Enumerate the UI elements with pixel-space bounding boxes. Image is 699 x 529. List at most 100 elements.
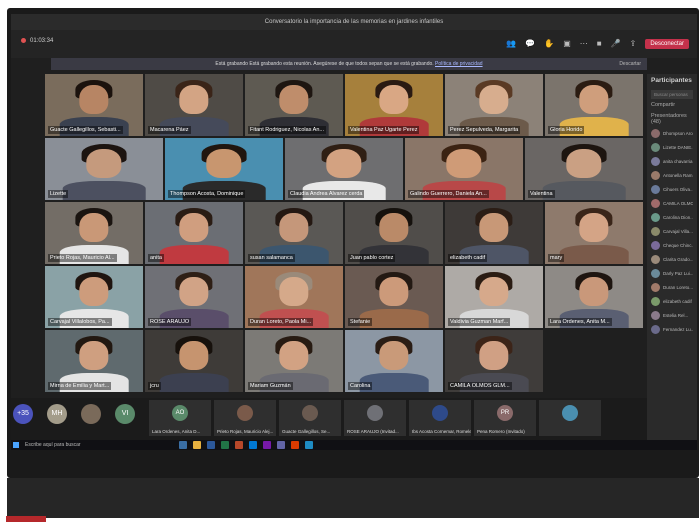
red-accent-mark [6, 516, 46, 522]
participant-list-item[interactable]: anita chavarria [651, 156, 693, 167]
participant-list-item[interactable]: Fernandez Lu... [651, 324, 693, 335]
participant-video-tile[interactable]: Juan pablo cortez [345, 202, 443, 264]
participant-list-name: Darly Paz Lui... [663, 271, 693, 276]
participant-video-tile[interactable]: mary [545, 202, 643, 264]
taskbar-app-icon[interactable] [291, 441, 299, 449]
participant-video-tile[interactable]: Lara Ordenes, Anita M... [545, 266, 643, 328]
overflow-participant-thumb[interactable]: Guacte Gallegillos, Se... [279, 400, 341, 436]
chat-icon[interactable]: 💬 [525, 39, 535, 49]
more-participants-badge[interactable]: +35 [13, 404, 33, 424]
participant-video-tile[interactable]: Valentina [525, 138, 643, 200]
participant-face [379, 341, 409, 370]
mic-icon[interactable]: 🎤 [611, 39, 621, 49]
overflow-participant-thumb[interactable]: Ibs Acosta Cornemar, Romele [409, 400, 471, 436]
participant-video-tile[interactable]: CAMILA OLMOS GLM... [445, 330, 543, 392]
participant-video-tile[interactable]: susan salamanca [245, 202, 343, 264]
taskbar-search[interactable]: Escribe aquí para buscar [25, 441, 145, 449]
participant-list-name: Duran Loreto... [663, 285, 693, 290]
windows-taskbar: Escribe aquí para buscar [11, 440, 697, 450]
participant-video-tile[interactable]: Duran Loreto, Paola Mi... [245, 266, 343, 328]
participant-name: Gloria Horido [548, 126, 585, 134]
participant-video-tile[interactable]: Mariam Guzmán [245, 330, 343, 392]
participant-video-tile[interactable]: Fitant Rodriguez, Nicolas An... [245, 74, 343, 136]
participant-video-tile[interactable]: Stefanie [345, 266, 443, 328]
participant-face [79, 341, 109, 370]
participant-list-item[interactable]: Cihuers Oliva... [651, 184, 693, 195]
taskbar-app-icon[interactable] [193, 441, 201, 449]
taskbar-app-icon[interactable] [221, 441, 229, 449]
more-icon[interactable]: ⋯ [580, 39, 588, 49]
participant-video-tile[interactable]: Galindo Guerrero, Daniela An... [405, 138, 523, 200]
participant-video-tile[interactable]: Lizette [45, 138, 163, 200]
participant-video-tile[interactable]: Guacte Gallegillos, Sebasti... [45, 74, 143, 136]
participant-list-name: CAMILA OLMOS [663, 201, 693, 206]
participant-video-tile[interactable]: Perez Sepulveda, Margarita [445, 74, 543, 136]
participant-video-tile[interactable]: Mirna de Emilia y Mart... [45, 330, 143, 392]
participant-list-item[interactable]: Cheque Chinc... [651, 240, 693, 251]
taskbar-app-icon[interactable] [249, 441, 257, 449]
participant-video-tile[interactable]: Macarena Páez [145, 74, 243, 136]
overflow-participant-thumb[interactable]: AO Lara Ordenes, Anita D... [149, 400, 211, 436]
participant-video-tile[interactable]: elizabeth cadif [445, 202, 543, 264]
participant-list-item[interactable]: Duran Loreto... [651, 282, 693, 293]
thumb-name: Pena Romero (Invitado) [477, 429, 525, 434]
camera-icon[interactable]: ■ [597, 39, 602, 49]
participant-video-tile[interactable]: jcru [145, 330, 243, 392]
participant-name: Lizette [48, 190, 69, 198]
participant-name: Guacte Gallegillos, Sebasti... [48, 126, 123, 134]
participant-video-tile[interactable]: Valentina Paz Ugarte Perez [345, 74, 443, 136]
participant-video-tile[interactable]: Carolina [345, 330, 443, 392]
overflow-participant-avatar[interactable]: MH [47, 404, 67, 424]
participant-video-tile[interactable]: Gloria Horido [545, 74, 643, 136]
meeting-controls: 👥 💬 ✋ ▣ ⋯ ■ 🎤 ⇪ Desconectar [506, 39, 689, 49]
share-icon[interactable]: ⇪ [630, 39, 637, 49]
overflow-participant-thumb[interactable]: ROSE ARAUJO (Invitad... [344, 400, 406, 436]
participant-video-tile[interactable]: Thompson Acosta, Dominique [165, 138, 283, 200]
participant-list-item[interactable]: Lizette DANIE... [651, 142, 693, 153]
participant-video-tile[interactable]: ROSE ARAUJO [145, 266, 243, 328]
participant-video-tile[interactable]: Carvajal Villalobos, Pa... [45, 266, 143, 328]
leave-button[interactable]: Desconectar [645, 39, 689, 49]
overflow-participant-avatar[interactable] [81, 404, 101, 424]
participant-face [379, 213, 409, 242]
thumb-avatar: AO [172, 405, 188, 421]
windows-start-icon[interactable] [13, 442, 19, 448]
participant-name: susan salamanca [248, 254, 295, 262]
overflow-participant-thumb[interactable]: Prieto Rojas, Mauricio Alej... [214, 400, 276, 436]
overflow-participant-thumb[interactable]: PR Pena Romero (Invitado) [474, 400, 536, 436]
overflow-participant-thumb[interactable] [539, 400, 601, 436]
video-grid: Guacte Gallegillos, Sebasti... Macarena P… [45, 74, 645, 394]
participant-list-item[interactable]: Carolina Dion... [651, 212, 693, 223]
participant-list-item[interactable]: Dhompson Aro... [651, 128, 693, 139]
avatar [651, 199, 660, 208]
participant-list-item[interactable]: Antonella Ram... [651, 170, 693, 181]
hand-icon[interactable]: ✋ [544, 39, 554, 49]
thumb-avatar [562, 405, 578, 421]
participant-name: Valdivia Guzman Marf... [448, 318, 511, 326]
dismiss-button[interactable]: Descartar [619, 58, 641, 70]
participant-list-item[interactable]: Clarita Grado... [651, 254, 693, 265]
taskbar-app-icon[interactable] [207, 441, 215, 449]
taskbar-app-icon[interactable] [263, 441, 271, 449]
participant-video-tile[interactable]: anita [145, 202, 243, 264]
participant-list-item[interactable]: CAMILA OLMOS [651, 198, 693, 209]
participant-list-item[interactable]: Estelia Rel... [651, 310, 693, 321]
privacy-link[interactable]: Política de privacidad [435, 61, 483, 67]
rooms-icon[interactable]: ▣ [563, 39, 571, 49]
participant-list-item[interactable]: Carvajal Villa... [651, 226, 693, 237]
participant-face [479, 213, 509, 242]
people-search-input[interactable]: Buscar personas [651, 90, 693, 99]
taskbar-app-icon[interactable] [277, 441, 285, 449]
participant-video-tile[interactable]: Prieto Rojas, Mauricio Al... [45, 202, 143, 264]
participant-video-tile[interactable]: Valdivia Guzman Marf... [445, 266, 543, 328]
taskbar-app-icon[interactable] [179, 441, 187, 449]
taskbar-app-icon[interactable] [305, 441, 313, 449]
participant-video-tile[interactable]: Claudia Andrea Alvarez cerda [285, 138, 403, 200]
participant-list-item[interactable]: elizabeth cadif [651, 296, 693, 307]
overflow-participant-avatar[interactable]: VI [115, 404, 135, 424]
participant-list-item[interactable]: Darly Paz Lui... [651, 268, 693, 279]
share-invite-button[interactable]: Compartir [651, 102, 693, 108]
taskbar-app-icon[interactable] [235, 441, 243, 449]
people-icon[interactable]: 👥 [506, 39, 516, 49]
participant-face [206, 149, 242, 178]
